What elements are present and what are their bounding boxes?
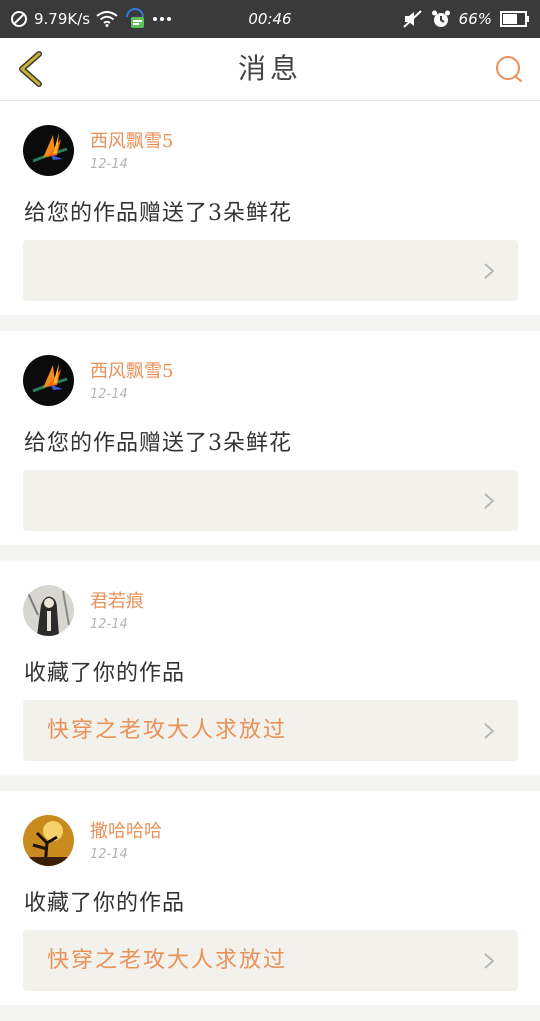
username[interactable]: 撒哈哈哈 [90, 817, 162, 843]
chevron-right-icon [484, 723, 495, 739]
mute-icon [402, 10, 423, 28]
message-card: 西风飘雪5 12-14 给您的作品赠送了3朵鲜花 [0, 101, 540, 315]
message-text: 收藏了你的作品 [24, 891, 186, 916]
message-text: 给您的作品赠送了3朵鲜花 [24, 431, 292, 456]
message-text: 给您的作品赠送了3朵鲜花 [24, 201, 292, 226]
battery-percent: 66% [458, 10, 492, 28]
username[interactable]: 西风飘雪5 [90, 357, 173, 383]
chevron-right-icon [484, 263, 495, 279]
work-title: 快穿之老攻大人求放过 [47, 948, 288, 973]
message-date: 12-14 [90, 847, 128, 862]
chevron-right-icon [484, 953, 495, 969]
search-icon [496, 56, 522, 82]
avatar[interactable] [23, 125, 74, 176]
message-date: 12-14 [90, 387, 128, 402]
avatar[interactable] [23, 355, 74, 406]
work-title: 快穿之老攻大人求放过 [47, 718, 288, 743]
work-link[interactable]: 快穿之老攻大人求放过 [23, 930, 518, 991]
work-link[interactable] [23, 470, 518, 531]
message-date: 12-14 [90, 617, 128, 632]
message-card: 撒哈哈哈 12-14 收藏了你的作品 快穿之老攻大人求放过 [0, 791, 540, 1005]
work-link[interactable]: 快穿之老攻大人求放过 [23, 700, 518, 761]
status-right: 66% [402, 0, 530, 38]
battery-icon [500, 11, 530, 27]
username[interactable]: 君若痕 [90, 587, 144, 613]
message-text: 收藏了你的作品 [24, 661, 186, 686]
message-list: 西风飘雪5 12-14 给您的作品赠送了3朵鲜花 西风飘雪5 12-14 给您的… [0, 101, 540, 1021]
message-card: 西风飘雪5 12-14 给您的作品赠送了3朵鲜花 [0, 331, 540, 545]
status-bar: 9.79K/s 00:46 66% [0, 0, 540, 38]
avatar[interactable] [23, 815, 74, 866]
chevron-right-icon [484, 493, 495, 509]
alarm-icon [431, 9, 451, 29]
search-button[interactable] [492, 52, 526, 86]
work-link[interactable] [23, 240, 518, 301]
message-card: 君若痕 12-14 收藏了你的作品 快穿之老攻大人求放过 [0, 561, 540, 775]
page-title: 消息 [237, 52, 302, 85]
username[interactable]: 西风飘雪5 [90, 127, 173, 153]
avatar[interactable] [23, 585, 74, 636]
app-header: 消息 [0, 38, 540, 101]
message-date: 12-14 [90, 157, 128, 172]
